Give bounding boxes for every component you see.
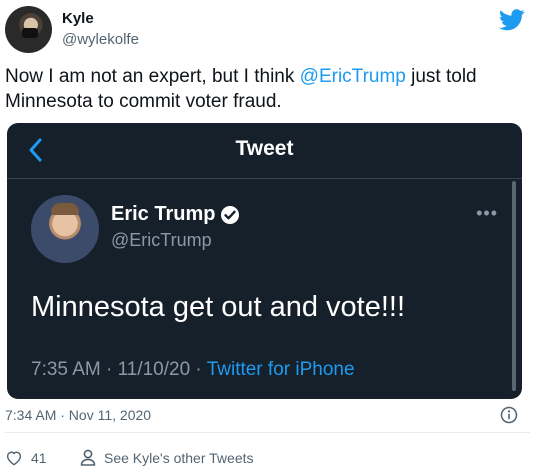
tweet-text-before: Now I am not an expert, but I think [5,66,300,87]
tweet-timestamp[interactable]: 7:34 AM · Nov 11, 2020 [5,407,151,423]
twitter-bird-icon[interactable] [499,9,525,31]
info-icon[interactable] [500,406,518,424]
divider [5,432,530,433]
screenshot-tweet-text: Minnesota get out and vote!!! [31,291,406,323]
like-count: 41 [31,449,47,466]
heart-icon [5,449,23,466]
author-name[interactable]: Kyle [62,10,94,27]
screenshot-header: Tweet [7,123,522,179]
screenshot-handle: @EricTrump [111,230,212,250]
screenshot-scrollbar [512,181,516,391]
author-handle[interactable]: @wylekolfe [62,31,139,48]
screenshot-meta-time: 7:35 AM · 11/10/20 · [31,359,207,380]
person-icon [80,449,96,466]
screenshot-title: Tweet [235,137,294,160]
screenshot-avatar [31,195,99,263]
embedded-screenshot[interactable]: Tweet Eric Trump @EricTrump ••• Minnesot… [7,123,522,399]
see-other-tweets-link[interactable]: See Kyle's other Tweets [80,449,254,466]
screenshot-meta-source: Twitter for iPhone [206,359,355,380]
screenshot-name: Eric Trump [111,203,216,225]
screenshot-meta: 7:35 AM · 11/10/20 · Twitter for iPhone [31,359,355,381]
author-avatar[interactable] [5,6,52,53]
more-dots-icon: ••• [476,203,498,223]
verified-badge-icon [220,205,240,225]
mention-link[interactable]: @EricTrump [300,66,406,87]
like-button[interactable]: 41 [5,449,47,466]
tweet-text: Now I am not an expert, but I think @Eri… [5,64,525,114]
see-other-tweets-label: See Kyle's other Tweets [104,449,254,466]
